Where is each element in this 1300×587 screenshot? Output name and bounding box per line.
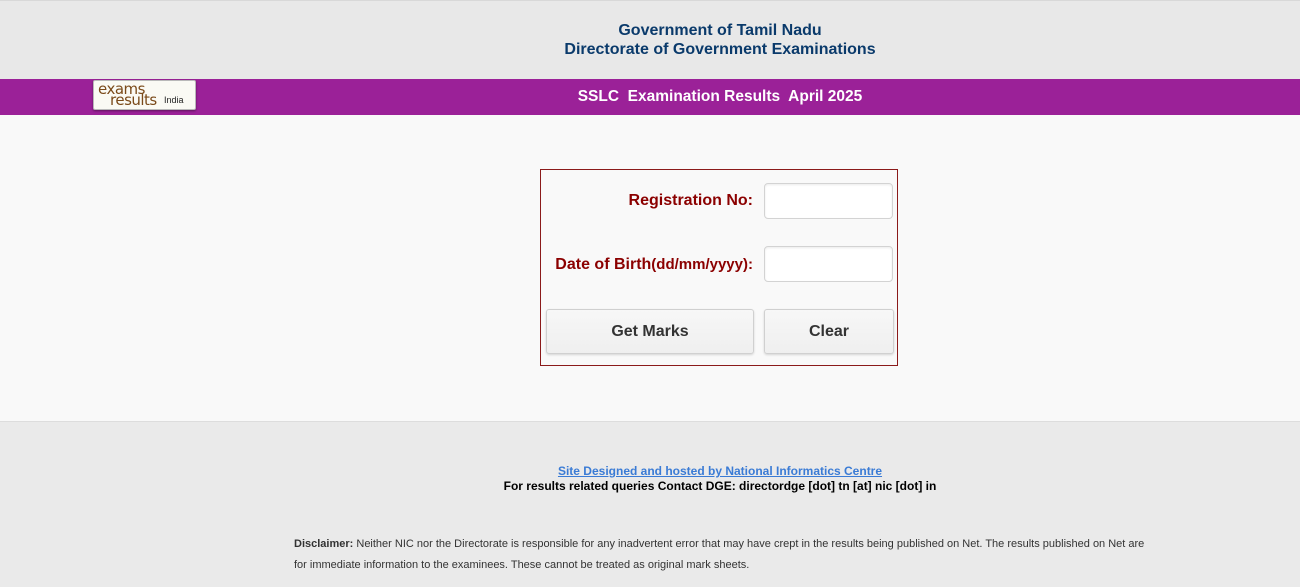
logo-text-india: India bbox=[164, 95, 184, 105]
registration-input[interactable] bbox=[764, 183, 893, 219]
disclaimer-text: Neither NIC nor the Directorate is respo… bbox=[294, 538, 1145, 571]
main-content: Registration No: Date of Birth(dd/mm/yyy… bbox=[0, 115, 1300, 422]
clear-button[interactable]: Clear bbox=[764, 309, 894, 354]
results-form: Registration No: Date of Birth(dd/mm/yyy… bbox=[540, 169, 898, 366]
header-government-title: Government of Tamil Nadu bbox=[618, 22, 822, 39]
registration-label: Registration No: bbox=[628, 192, 753, 209]
contact-info: For results related queries Contact DGE:… bbox=[503, 479, 937, 493]
page-footer: Site Designed and hosted by National Inf… bbox=[0, 422, 1300, 587]
dob-input[interactable] bbox=[764, 246, 893, 282]
get-marks-button[interactable]: Get Marks bbox=[546, 309, 754, 354]
title-banner: exams results India SSLC Examination Res… bbox=[0, 79, 1300, 115]
header-directorate-title: Directorate of Government Examinations bbox=[564, 41, 876, 58]
dob-label-format: (dd/mm/yyyy): bbox=[651, 256, 753, 273]
logo-text-results: results bbox=[110, 91, 157, 109]
dob-label-main: Date of Birth bbox=[555, 256, 652, 273]
disclaimer-label: Disclaimer: bbox=[294, 538, 354, 550]
disclaimer: Disclaimer: Neither NIC nor the Director… bbox=[294, 534, 1154, 576]
exam-results-title: SSLC Examination Results April 2025 bbox=[577, 88, 863, 105]
page-header: Government of Tamil Nadu Directorate of … bbox=[0, 0, 1300, 79]
exams-results-logo[interactable]: exams results India bbox=[93, 80, 196, 110]
dob-label: Date of Birth(dd/mm/yyyy): bbox=[555, 256, 753, 274]
nic-credit-link[interactable]: Site Designed and hosted by National Inf… bbox=[440, 464, 1000, 478]
